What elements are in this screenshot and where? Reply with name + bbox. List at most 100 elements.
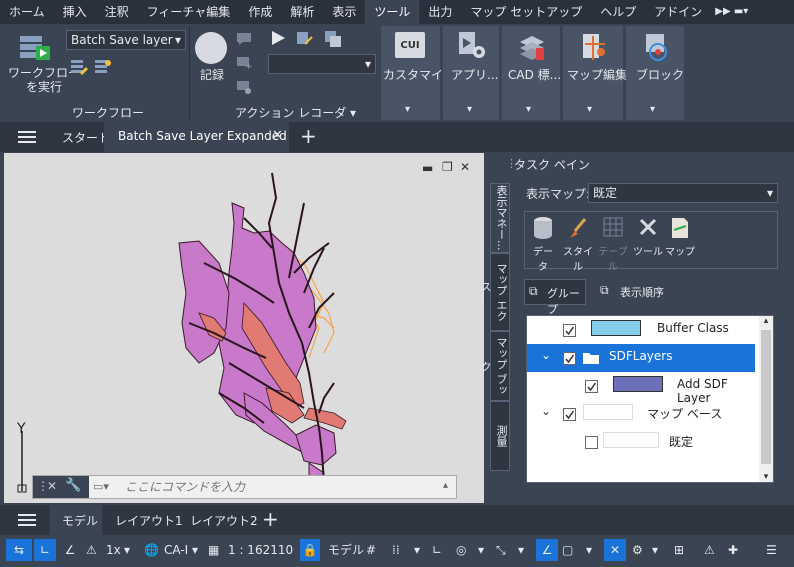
angle-icon[interactable]: ∠ xyxy=(60,539,80,561)
menu-analyze[interactable]: 解析 xyxy=(281,0,323,24)
menu-create[interactable]: 作成 xyxy=(239,0,281,24)
layer-row[interactable]: Add SDF Layer xyxy=(527,372,757,405)
display-map-dropdown[interactable]: 既定 ▾ xyxy=(588,183,778,203)
chevron-down-icon[interactable]: ⌄ xyxy=(541,404,551,418)
chevron-down-icon[interactable]: ▾ xyxy=(518,539,524,561)
macro-copy-icon[interactable] xyxy=(324,30,342,51)
close-icon[interactable]: ✕ xyxy=(47,479,57,493)
cleanscreen-icon[interactable]: ✚ xyxy=(728,539,738,561)
layer-row[interactable]: Buffer Class xyxy=(527,316,757,344)
insert-message-icon[interactable]: + xyxy=(236,56,253,73)
layer-tree-scrollbar[interactable]: ▴ ▾ xyxy=(759,316,773,482)
block-panel[interactable]: ブロック ▾ xyxy=(626,26,684,120)
chevron-down-icon[interactable]: ▾ xyxy=(652,539,658,561)
cad-standards-panel[interactable]: CAD 標... ▾ xyxy=(502,26,561,120)
coord-sys-value[interactable]: CA-I xyxy=(164,539,188,561)
snap-grid-icon[interactable]: ⁞⁞ xyxy=(392,539,400,561)
tab-model[interactable]: モデル xyxy=(50,505,102,535)
ortho-icon[interactable]: ∟ xyxy=(34,539,56,561)
data-tool[interactable]: データ xyxy=(529,216,557,273)
command-history-icon[interactable]: ▭▾ xyxy=(93,480,109,493)
menu-map-setup[interactable]: マップ セットアップ xyxy=(461,0,591,24)
tab-layout2[interactable]: レイアウト2 xyxy=(190,512,258,529)
layer-checkbox[interactable] xyxy=(563,352,576,365)
base-point-icon[interactable] xyxy=(236,80,252,97)
menu-addins[interactable]: アドイン xyxy=(645,0,711,24)
menu-hamburger-icon[interactable] xyxy=(18,512,36,531)
macro-dropdown[interactable]: ▾ xyxy=(268,54,376,74)
chevron-down-icon[interactable]: ▾ xyxy=(414,539,420,561)
lineweight-icon[interactable]: ∠ xyxy=(536,539,558,561)
new-tab-icon[interactable]: + xyxy=(300,124,317,148)
customize-panel[interactable]: CUI カスタマイズ ▾ xyxy=(381,26,455,120)
tools-tool[interactable]: ツール xyxy=(633,216,663,258)
draw-order-button[interactable]: ⧉ 表示順序 xyxy=(594,279,694,305)
annotation-scale-icon[interactable]: ⚠ xyxy=(86,539,102,561)
snap-icon[interactable]: ⇆ xyxy=(6,539,32,561)
layer-checkbox[interactable] xyxy=(563,408,576,421)
application-panel[interactable]: アプリ... ▾ xyxy=(443,26,499,120)
record-label[interactable]: 記録 xyxy=(200,66,224,83)
gear-icon[interactable]: ⚙ xyxy=(632,539,643,561)
warning-icon[interactable]: ⚠ xyxy=(704,539,715,561)
workflow-edit-icon[interactable] xyxy=(70,58,89,79)
wrench-icon[interactable]: 🔧 xyxy=(65,478,81,493)
vtab-map-book[interactable]: マップ ブック xyxy=(479,331,510,401)
menu-hamburger-icon[interactable] xyxy=(18,129,36,148)
layer-row[interactable]: ⌄ マップ ベース xyxy=(527,400,757,428)
table-tool[interactable]: テーブル xyxy=(597,216,629,273)
layer-row-selected[interactable]: ⌄ SDFLayers xyxy=(527,344,755,372)
vtab-survey[interactable]: 測量 xyxy=(490,401,510,471)
message-icon[interactable] xyxy=(236,32,252,49)
macro-edit-icon[interactable] xyxy=(296,30,314,51)
command-input[interactable] xyxy=(125,478,425,496)
workflow-run-icon[interactable] xyxy=(18,32,54,65)
workflow-dropdown[interactable]: Batch Save layer ▾ xyxy=(66,30,186,50)
model-space-toggle[interactable]: モデル xyxy=(328,539,364,561)
vtab-map-explorer[interactable]: マップ エクス... xyxy=(479,253,510,331)
chevron-down-icon[interactable]: ⌄ xyxy=(541,348,551,362)
menu-help[interactable]: ヘルプ xyxy=(591,0,645,24)
layer-checkbox[interactable] xyxy=(563,324,576,337)
menu-insert[interactable]: 挿入 xyxy=(54,0,96,24)
layer-checkbox[interactable] xyxy=(585,436,598,449)
menu-feature-edit[interactable]: フィーチャ編集 xyxy=(138,0,240,24)
layer-checkbox[interactable] xyxy=(585,380,598,393)
lock-icon[interactable]: 🔒 xyxy=(300,539,320,561)
tab-active-drawing[interactable]: Batch Save Layer Expanded ✕ xyxy=(104,122,289,152)
menu-annotate[interactable]: 注釈 xyxy=(96,0,138,24)
chevron-down-icon[interactable]: ▾ xyxy=(192,539,198,561)
chevron-down-icon[interactable]: ▾ xyxy=(124,539,130,561)
infer-icon[interactable]: ∟ xyxy=(432,539,442,561)
menu-home[interactable]: ホーム xyxy=(0,0,54,24)
layer-row[interactable]: 既定 xyxy=(527,428,757,456)
menu-tools[interactable]: ツール xyxy=(365,0,420,24)
record-icon[interactable] xyxy=(195,32,227,64)
map-edit-panel[interactable]: マップ編集 ▾ xyxy=(563,26,627,120)
group-button[interactable]: ⧉ グループ xyxy=(524,279,586,316)
osnap-track-icon[interactable]: ⤡ xyxy=(496,539,506,561)
map-tool[interactable]: マップ xyxy=(665,216,695,258)
chevron-up-icon[interactable]: ▴ xyxy=(443,480,448,491)
grid-icon[interactable]: # xyxy=(366,539,376,561)
annotation-visibility-icon[interactable]: ✕ xyxy=(604,539,626,561)
new-layout-icon[interactable]: + xyxy=(262,507,279,531)
scale-value[interactable]: 1x xyxy=(106,539,121,561)
object-snap-icon[interactable]: ▢ xyxy=(562,539,573,561)
menu-view[interactable]: 表示 xyxy=(323,0,365,24)
customize-status-icon[interactable]: ☰ xyxy=(766,539,777,561)
workspace-icon[interactable]: ⊞ xyxy=(674,539,684,561)
drawing-viewport[interactable]: ▬ ❐ ✕ Y ⋮ ✕ 🔧 ▭▾ ここにコマンドを入力 ▴ xyxy=(4,153,484,503)
style-tool[interactable]: スタイル xyxy=(561,216,595,273)
workflow-settings-icon[interactable] xyxy=(94,58,112,79)
chevron-down-icon[interactable]: ▾ xyxy=(586,539,592,561)
tab-layout1[interactable]: レイアウト1 xyxy=(115,512,183,529)
action-recorder-group-label[interactable]: アクション レコーダ ▾ xyxy=(235,104,356,121)
tab-start[interactable]: スタート xyxy=(62,129,110,146)
chevron-down-icon[interactable]: ▾ xyxy=(478,539,484,561)
play-icon[interactable] xyxy=(270,30,286,49)
menu-output[interactable]: 出力 xyxy=(419,0,461,24)
menu-overflow-icon[interactable]: ▶▶ ▬▾ xyxy=(711,0,752,24)
polar-icon[interactable]: ◎ xyxy=(456,539,466,561)
vtab-display-manager[interactable]: 表示マネー... xyxy=(490,183,510,253)
